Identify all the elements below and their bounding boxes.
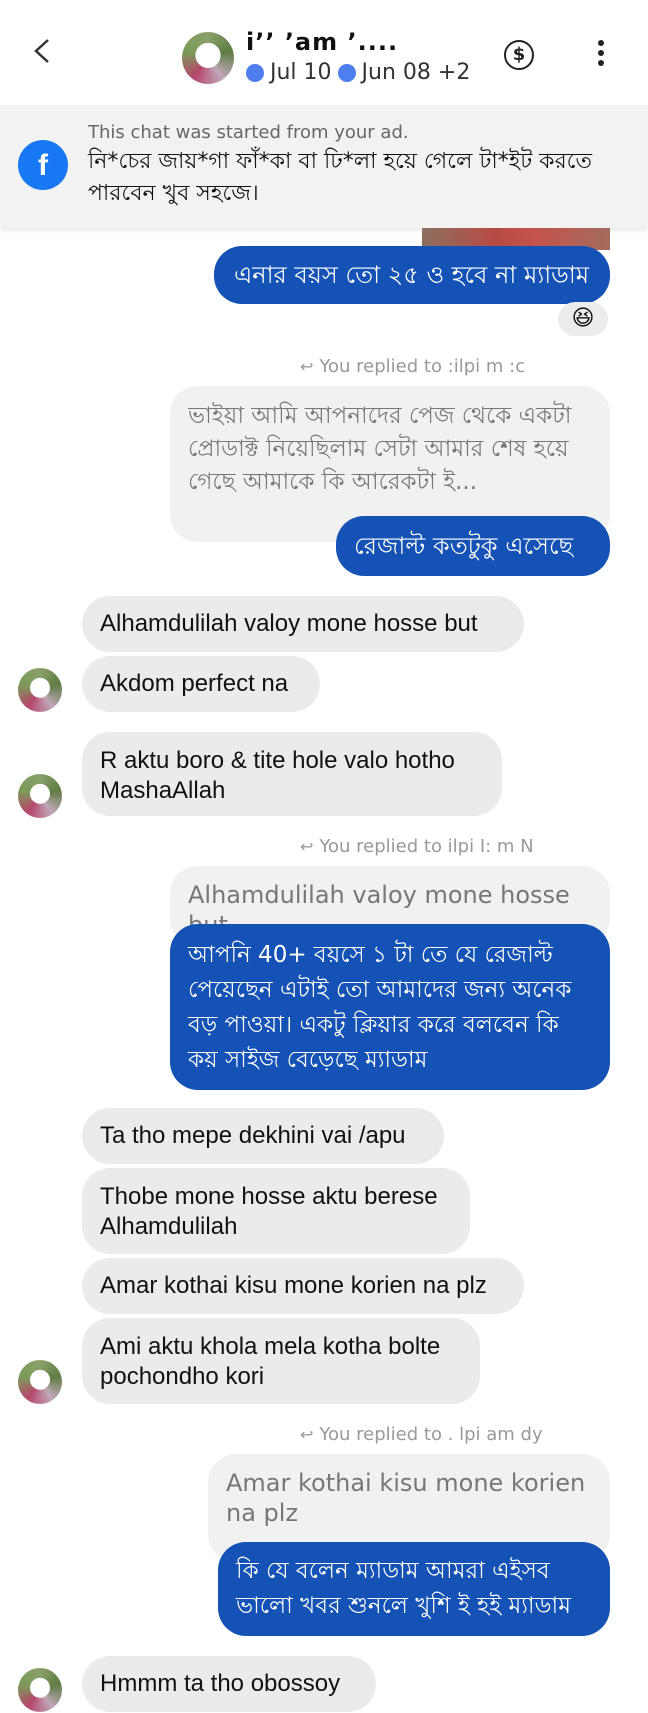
outgoing-message[interactable]: কি যে বলেন ম্যাডাম আমরা এইসব ভালো খবর শু… — [218, 1542, 610, 1636]
replied-to-text: You replied to :ilpi m :c — [319, 356, 526, 377]
message-text: এনার বয়স তো ২৫ ও হবে না ম্যাডাম — [234, 261, 590, 289]
incoming-message[interactable]: Hmmm ta tho obossoy — [82, 1656, 376, 1712]
outgoing-message[interactable]: এনার বয়স তো ২৫ ও হবে না ম্যাডাম — [214, 246, 610, 304]
replied-to-label: ↩ You replied to ilpi I: m N — [300, 836, 534, 857]
outgoing-message[interactable]: রেজাল্ট কতটুকু এসেছে — [336, 516, 610, 576]
ad-banner-text: নি*চের জায়*গা ফাঁ*কা বা ঢি*লা হয়ে গেলে… — [88, 149, 593, 206]
message-text: Hmmm ta tho obossoy — [100, 1670, 341, 1697]
incoming-message[interactable]: Amar kothai kisu mone korien na plz — [82, 1258, 524, 1314]
message-text: Thobe mone hosse aktu berese Alhamdulila… — [100, 1183, 438, 1240]
contact-labels[interactable]: Jul 10 Jun 08 +2 — [246, 60, 470, 85]
ad-banner-title: This chat was started from your ad. — [88, 122, 409, 143]
message-text: আপনি 40+ বয়সে ১ টা তে যে রেজাল্ট পেয়েছ… — [188, 942, 572, 1073]
reply-arrow-icon: ↩ — [300, 357, 314, 376]
message-text: R aktu boro & tite hole valo hotho Masha… — [100, 747, 455, 804]
reply-arrow-icon: ↩ — [300, 837, 314, 856]
replied-to-label: ↩ You replied to . lpi am dy — [300, 1424, 543, 1445]
contact-avatar[interactable] — [18, 1668, 62, 1712]
message-text: Ta tho mepe dekhini vai /apu — [100, 1122, 406, 1149]
message-text: কি যে বলেন ম্যাডাম আমরা এইসব ভালো খবর শু… — [236, 1558, 571, 1619]
incoming-message[interactable]: Thobe mone hosse aktu berese Alhamdulila… — [82, 1168, 470, 1254]
message-text: Akdom perfect na — [100, 670, 289, 697]
message-text: রেজাল্ট কতটুকু এসেছে — [354, 532, 574, 560]
label-dot-icon — [337, 63, 356, 82]
incoming-message[interactable]: R aktu boro & tite hole valo hotho Masha… — [82, 732, 502, 816]
label-2: Jun 08 +2 — [361, 60, 471, 85]
contact-avatar[interactable] — [18, 774, 62, 818]
outgoing-message[interactable]: আপনি 40+ বয়সে ১ টা তে যে রেজাল্ট পেয়েছ… — [170, 924, 610, 1090]
replied-to-text: You replied to . lpi am dy — [319, 1424, 543, 1445]
facebook-icon: f — [18, 140, 68, 190]
incoming-message[interactable]: Ami aktu khola mela kotha bolte pochondh… — [82, 1318, 480, 1404]
message-text: Ami aktu khola mela kotha bolte pochondh… — [100, 1333, 441, 1390]
incoming-message[interactable]: Ta tho mepe dekhini vai /apu — [82, 1108, 444, 1164]
contact-name[interactable]: i’’ ’am ’.... — [246, 28, 398, 56]
more-menu-icon[interactable] — [596, 40, 606, 70]
quoted-text: Amar kothai kisu mone korien na plz — [226, 1469, 586, 1527]
contact-avatar[interactable] — [182, 32, 234, 84]
message-text: Amar kothai kisu mone korien na plz — [100, 1272, 487, 1299]
back-arrow-icon[interactable] — [30, 36, 60, 66]
replied-to-label: ↩ You replied to :ilpi m :c — [300, 356, 525, 377]
dollar-icon[interactable]: $ — [504, 40, 534, 70]
reply-arrow-icon: ↩ — [300, 1425, 314, 1444]
message-text: Alhamdulilah valoy mone hosse but — [100, 610, 478, 637]
quoted-text: ভাইয়া আমি আপনাদের পেজ থেকে একটা প্রোডাক… — [188, 403, 572, 495]
contact-avatar[interactable] — [18, 1360, 62, 1404]
contact-avatar[interactable] — [18, 668, 62, 712]
label-1: Jul 10 — [270, 60, 332, 85]
reaction-emoji[interactable]: 😆 — [558, 302, 608, 336]
incoming-message[interactable]: Alhamdulilah valoy mone hosse but — [82, 596, 524, 652]
replied-to-text: You replied to ilpi I: m N — [319, 836, 534, 857]
chat-header: i’’ ’am ’.... Jul 10 Jun 08 +2 $ — [0, 0, 648, 105]
label-dot-icon — [246, 63, 264, 82]
incoming-message[interactable]: Akdom perfect na — [82, 656, 320, 712]
